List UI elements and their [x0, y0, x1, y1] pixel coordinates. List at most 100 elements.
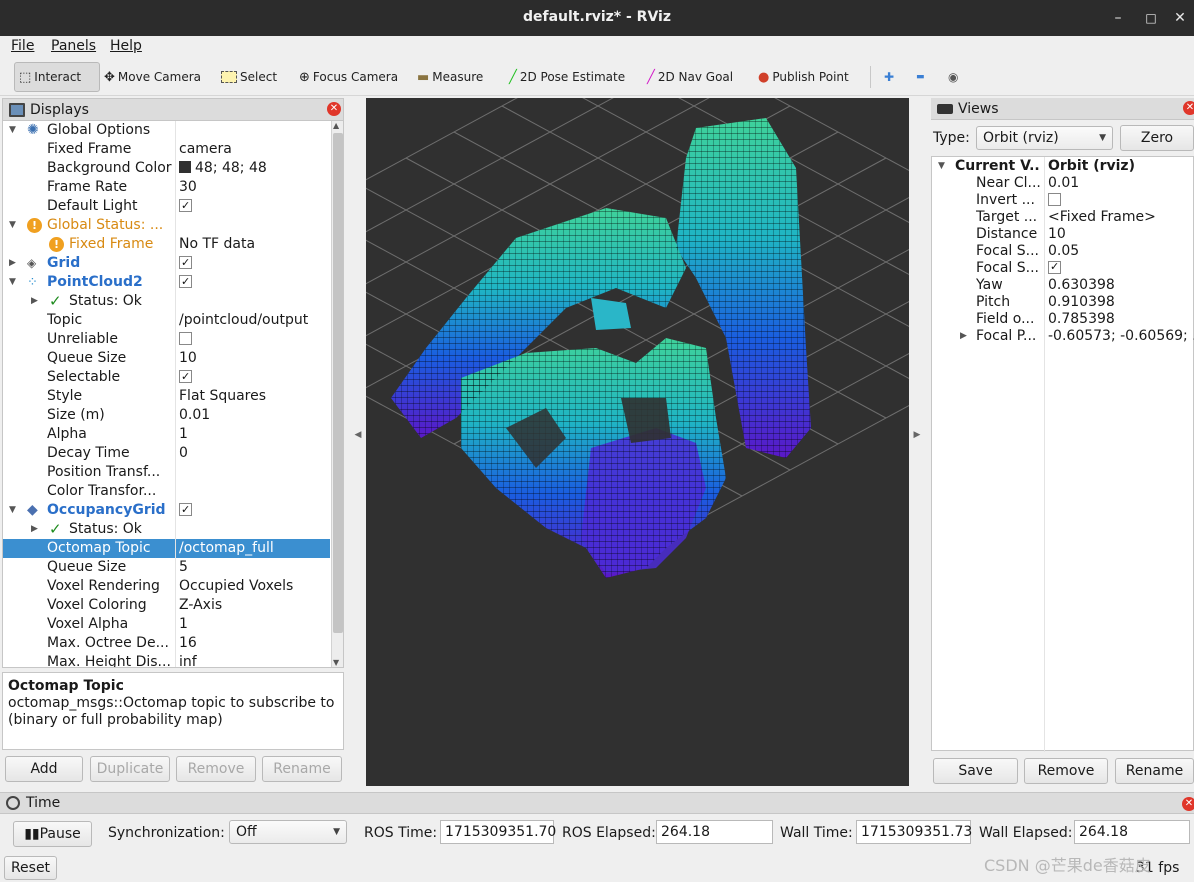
- duplicate-display-button[interactable]: Duplicate: [90, 756, 170, 782]
- property-value[interactable]: Z-Axis: [177, 596, 329, 615]
- property-value[interactable]: Occupied Voxels: [177, 577, 329, 596]
- view-property-value[interactable]: 0.05: [1048, 243, 1194, 260]
- save-view-button[interactable]: Save: [933, 758, 1018, 784]
- expand-arrow-icon[interactable]: ▼: [9, 501, 16, 520]
- expand-arrow-icon[interactable]: ▼: [9, 121, 16, 140]
- property-value[interactable]: 0.01: [177, 406, 329, 425]
- property-checkbox[interactable]: [179, 368, 192, 386]
- scrollbar-thumb[interactable]: [333, 133, 343, 633]
- view-property-row[interactable]: Distance 10: [932, 226, 1194, 243]
- property-value[interactable]: camera: [177, 140, 329, 159]
- display-tree-row[interactable]: Voxel Coloring Z-Axis: [3, 596, 330, 615]
- ros-time-field[interactable]: 1715309351.70: [440, 820, 556, 844]
- display-tree-row[interactable]: Color Transfor...: [3, 482, 330, 501]
- remove-display-button[interactable]: Remove: [176, 756, 256, 782]
- menu-panels[interactable]: Panels: [51, 38, 96, 54]
- display-tree-row[interactable]: ▶ ◈ Grid: [3, 254, 330, 273]
- close-time-icon[interactable]: ✕: [1182, 797, 1194, 811]
- display-tree-row[interactable]: Alpha 1: [3, 425, 330, 444]
- view-property-row[interactable]: Focal S...: [932, 260, 1194, 277]
- move-camera-tool-button[interactable]: ✥ Move Camera: [100, 62, 205, 92]
- minimize-icon[interactable]: –: [1108, 8, 1128, 28]
- property-value[interactable]: inf: [177, 653, 329, 667]
- close-icon[interactable]: ✕: [1170, 8, 1190, 28]
- right-splitter-icon[interactable]: ▶: [911, 430, 923, 450]
- property-checkbox[interactable]: [179, 197, 192, 215]
- property-value[interactable]: /pointcloud/output: [177, 311, 329, 330]
- display-tree-row[interactable]: Voxel Alpha 1: [3, 615, 330, 634]
- measure-tool-button[interactable]: ▬ Measure: [413, 62, 487, 92]
- property-value[interactable]: 30: [177, 178, 329, 197]
- display-tree-row[interactable]: Max. Octree De... 16: [3, 634, 330, 653]
- display-tree-row[interactable]: Selectable: [3, 368, 330, 387]
- view-property-value[interactable]: 0.910398: [1048, 294, 1194, 311]
- property-value[interactable]: 1: [177, 425, 329, 444]
- property-checkbox[interactable]: [1048, 193, 1061, 206]
- property-value[interactable]: 5: [177, 558, 329, 577]
- view-property-row[interactable]: Target ... <Fixed Frame>: [932, 209, 1194, 226]
- maximize-icon[interactable]: □: [1141, 8, 1161, 28]
- focus-camera-tool-button[interactable]: ⊕ Focus Camera: [295, 62, 402, 92]
- display-tree-row[interactable]: Default Light: [3, 197, 330, 216]
- view-property-row[interactable]: Field o... 0.785398: [932, 311, 1194, 328]
- view-property-value[interactable]: 0.01: [1048, 175, 1194, 192]
- display-tree-row[interactable]: Frame Rate 30: [3, 178, 330, 197]
- view-property-value[interactable]: 0.785398: [1048, 311, 1194, 328]
- 3d-render-view[interactable]: [366, 98, 909, 786]
- display-tree-row[interactable]: ▼ ◆ OccupancyGrid: [3, 501, 330, 520]
- property-checkbox[interactable]: [1048, 260, 1061, 275]
- expand-arrow-icon[interactable]: ▼: [9, 216, 16, 235]
- display-tree-row[interactable]: Position Transf...: [3, 463, 330, 482]
- close-displays-icon[interactable]: ✕: [327, 102, 341, 116]
- view-type-select[interactable]: Orbit (rviz) ▼: [976, 126, 1113, 150]
- property-value[interactable]: 48; 48; 48: [177, 159, 329, 178]
- sync-select[interactable]: Off ▼: [229, 820, 347, 844]
- display-tree-row[interactable]: Queue Size 10: [3, 349, 330, 368]
- display-tree-row[interactable]: Topic/pointcloud/output: [3, 311, 330, 330]
- select-tool-button[interactable]: Select: [217, 62, 281, 92]
- pause-button[interactable]: ▮▮Pause: [13, 821, 92, 847]
- property-checkbox[interactable]: [179, 501, 192, 519]
- property-value[interactable]: [177, 254, 329, 273]
- property-value[interactable]: 0: [177, 444, 329, 463]
- publish-point-tool-button[interactable]: ● Publish Point: [754, 62, 853, 92]
- remove-view-button[interactable]: Remove: [1024, 758, 1108, 784]
- add-tool-icon[interactable]: ✚: [880, 62, 898, 92]
- display-tree-row[interactable]: Max. Height Dis... inf: [3, 653, 330, 667]
- pose-estimate-tool-button[interactable]: ╱ 2D Pose Estimate: [505, 62, 629, 92]
- view-property-row[interactable]: Near Cl... 0.01: [932, 175, 1194, 192]
- close-views-icon[interactable]: ✕: [1183, 101, 1194, 115]
- display-tree-row[interactable]: Octomap Topic/octomap_full: [3, 539, 330, 558]
- expand-arrow-icon[interactable]: ▶: [9, 254, 16, 273]
- view-property-value[interactable]: 0.630398: [1048, 277, 1194, 294]
- expand-arrow-icon[interactable]: ▼: [938, 158, 945, 175]
- menu-help[interactable]: Help: [110, 38, 142, 54]
- view-property-row[interactable]: Focal S... 0.05: [932, 243, 1194, 260]
- display-tree-row[interactable]: Voxel Rendering Occupied Voxels: [3, 577, 330, 596]
- ros-elapsed-field[interactable]: 264.18: [656, 820, 773, 844]
- display-tree-row[interactable]: Background Color 48; 48; 48: [3, 159, 330, 178]
- expand-arrow-icon[interactable]: ▶: [31, 292, 38, 311]
- current-view-row[interactable]: ▼ Current V... Orbit (rviz): [932, 158, 1194, 175]
- view-property-value[interactable]: [1048, 260, 1194, 277]
- wall-elapsed-field[interactable]: 264.18: [1074, 820, 1190, 844]
- zero-button[interactable]: Zero: [1120, 125, 1194, 151]
- property-value[interactable]: [177, 273, 329, 292]
- nav-goal-tool-button[interactable]: ╱ 2D Nav Goal: [643, 62, 737, 92]
- display-tree-row[interactable]: ▶ ✓ Status: Ok: [3, 292, 330, 311]
- property-value[interactable]: 1: [177, 615, 329, 634]
- display-tree-row[interactable]: ▼! Global Status: ...: [3, 216, 330, 235]
- view-property-row[interactable]: Yaw 0.630398: [932, 277, 1194, 294]
- view-property-row[interactable]: Pitch 0.910398: [932, 294, 1194, 311]
- expand-arrow-icon[interactable]: ▼: [9, 273, 16, 292]
- property-value[interactable]: No TF data: [177, 235, 329, 254]
- rename-display-button[interactable]: Rename: [262, 756, 342, 782]
- view-property-value[interactable]: -0.60573; -0.60569; ...: [1048, 328, 1194, 345]
- expand-arrow-icon[interactable]: ▶: [960, 328, 967, 345]
- display-tree-row[interactable]: Size (m) 0.01: [3, 406, 330, 425]
- menu-file[interactable]: File: [11, 38, 34, 54]
- view-property-value[interactable]: [1048, 192, 1194, 209]
- display-tree-row[interactable]: ▼ ⁘ PointCloud2: [3, 273, 330, 292]
- property-checkbox[interactable]: [179, 254, 192, 272]
- wall-time-field[interactable]: 1715309351.73: [856, 820, 972, 844]
